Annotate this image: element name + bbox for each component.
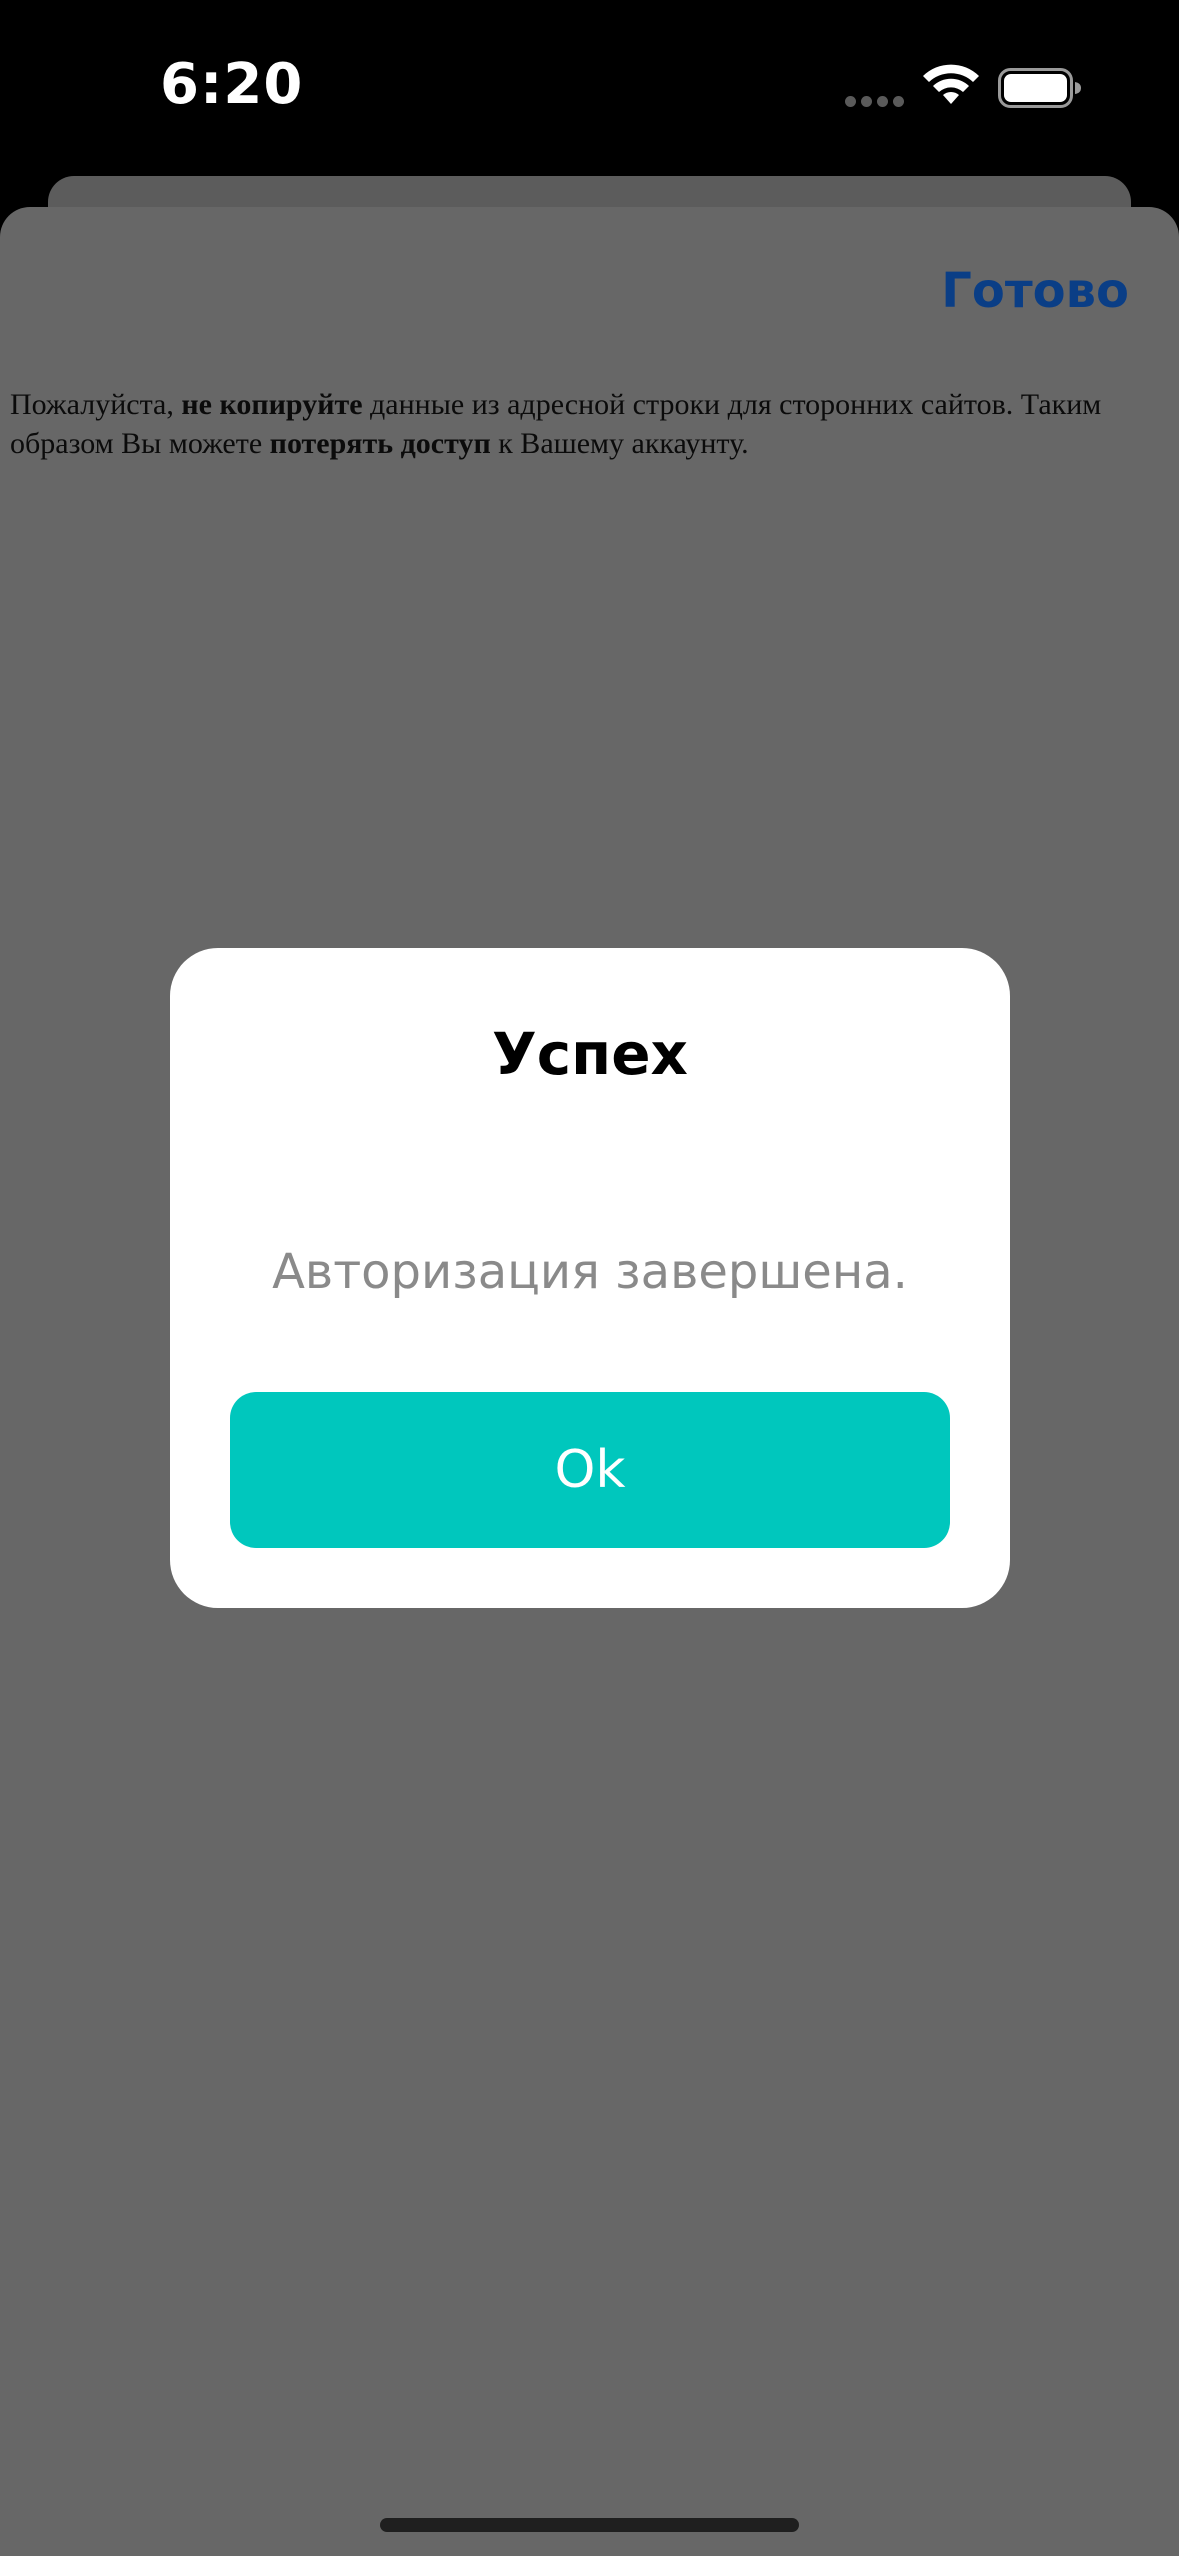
notice-text-1: Пожалуйста,	[10, 388, 182, 421]
ok-button[interactable]: Ok	[230, 1392, 950, 1548]
dialog-message: Авторизация завершена.	[272, 1244, 908, 1300]
notice-bold-2: потерять доступ	[269, 427, 491, 460]
status-time: 6:20	[160, 52, 304, 117]
copy-warning-notice: Пожалуйста, не копируйте данные из адрес…	[10, 385, 1170, 463]
dialog-title: Успех	[492, 1020, 688, 1088]
home-indicator[interactable]	[380, 2518, 799, 2532]
battery-icon	[998, 68, 1081, 108]
notice-text-3: к Вашему аккаунту.	[490, 427, 749, 460]
success-alert-dialog: Успех Авторизация завершена. Ok	[170, 948, 1010, 1608]
done-button[interactable]: Готово	[941, 263, 1129, 319]
status-bar: 6:20	[0, 0, 1179, 175]
ok-button-label: Ok	[554, 1440, 626, 1500]
wifi-icon	[923, 64, 979, 104]
cellular-dots-icon	[845, 96, 905, 108]
notice-bold-1: не копируйте	[181, 388, 363, 421]
